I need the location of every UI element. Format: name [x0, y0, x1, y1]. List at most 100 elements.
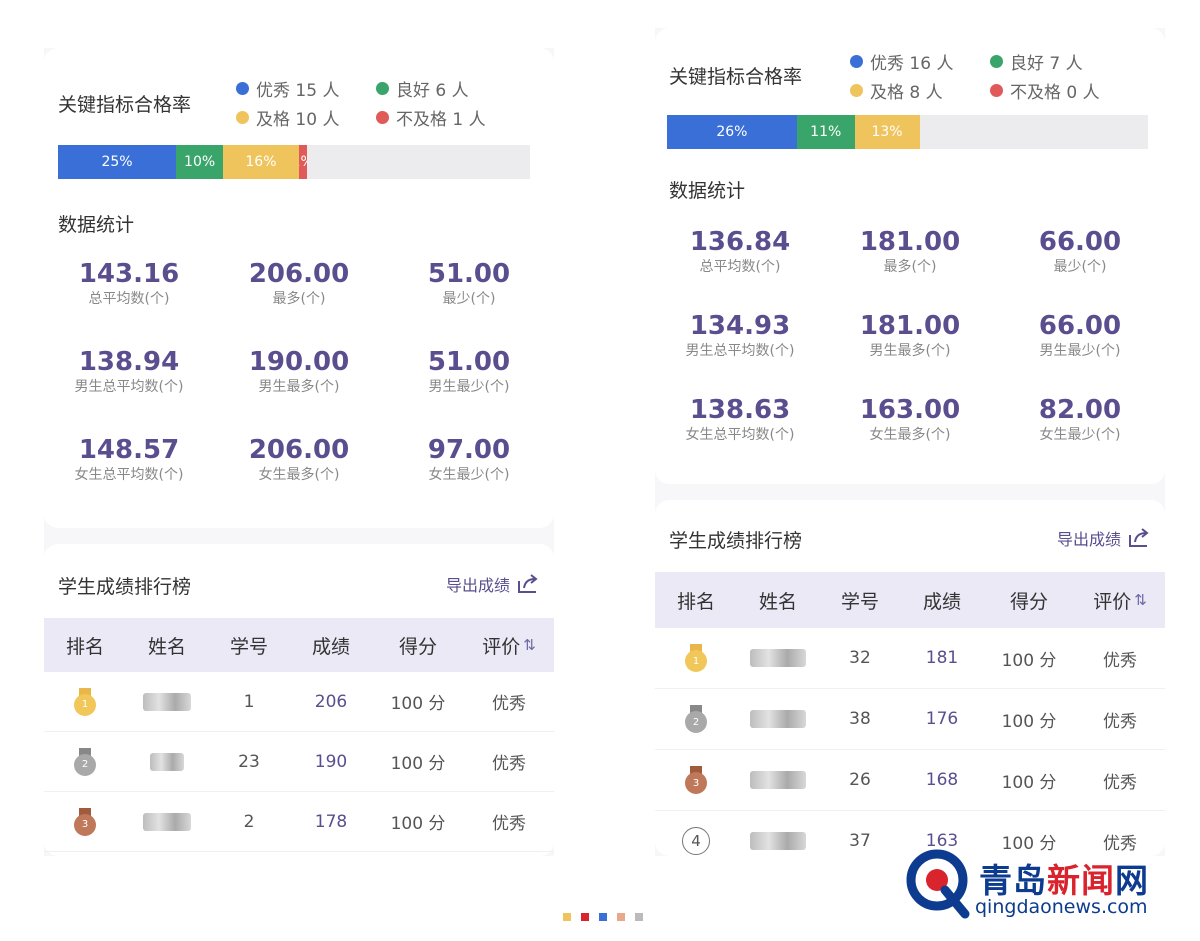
good-dot-icon — [990, 55, 1003, 68]
stat-boys-average: 138.94 男生总平均数(个) — [74, 347, 184, 395]
blurred-student-name — [750, 832, 806, 850]
bar-segment-pass: 16% — [223, 145, 299, 179]
stat-girls-min: 82.00 女生最少(个) — [1038, 395, 1122, 443]
carousel-dot[interactable] — [599, 913, 607, 921]
left-screenshot-panel: 关键指标合格率 优秀 15 人 良好 6 人 及格 10 人 不及格 1 人 2… — [44, 48, 554, 856]
good-dot-icon — [376, 82, 389, 95]
kpi-title: 关键指标合格率 — [669, 66, 803, 88]
stat-girls-min: 97.00 女生最少(个) — [427, 435, 511, 483]
carousel-dot[interactable] — [581, 913, 589, 921]
table-row[interactable]: 2 38 176 100 分 优秀 — [655, 689, 1165, 750]
blurred-student-name — [750, 771, 806, 789]
ranking-card: 学生成绩排行榜 导出成绩 排名 姓名 学号 成绩 得分 评价 ⇅ 1 32 181… — [655, 500, 1165, 856]
fail-dot-icon — [376, 111, 389, 124]
table-row[interactable]: 3 2 178 100 分 优秀 — [44, 792, 554, 852]
ranking-title: 学生成绩排行榜 — [669, 530, 803, 552]
header-evaluation[interactable]: 评价 ⇅ — [464, 632, 554, 659]
header-name: 姓名 — [147, 635, 186, 658]
export-icon — [518, 574, 538, 593]
gold-medal-icon: 1 — [685, 644, 707, 672]
bar-segment-pass: 13% — [854, 115, 920, 149]
ranking-card: 学生成绩排行榜 导出成绩 排名 姓名 学号 成绩 得分 评价 ⇅ 1 1 206 … — [44, 544, 554, 856]
header-score: 成绩 — [922, 590, 961, 613]
header-name: 姓名 — [758, 590, 797, 613]
bronze-medal-icon: 3 — [74, 807, 96, 836]
excellent-dot-icon — [850, 55, 863, 68]
ranking-table: 排名 姓名 学号 成绩 得分 评价 ⇅ 1 1 206 100 分 优秀 2 23… — [44, 618, 554, 852]
qingdaonews-watermark: 青岛新闻网 qingdaonews.com — [905, 848, 1175, 923]
stat-total-average: 143.16 总平均数(个) — [78, 259, 180, 307]
carousel-dot[interactable] — [635, 913, 643, 921]
table-row[interactable]: 1 1 206 100 分 优秀 — [44, 672, 554, 732]
stats-title: 数据统计 — [669, 180, 746, 202]
stat-boys-average: 134.93 男生总平均数(个) — [685, 311, 795, 359]
legend-pass: 及格 8 人 — [850, 78, 990, 103]
table-header: 排名 姓名 学号 成绩 得分 评价 ⇅ — [655, 572, 1165, 628]
sort-icon[interactable]: ⇅ — [523, 636, 536, 654]
ranking-table: 排名 姓名 学号 成绩 得分 评价 ⇅ 1 32 181 100 分 优秀 2 3… — [655, 572, 1165, 871]
bar-segment-fail: 1% — [298, 145, 307, 179]
pass-dot-icon — [850, 84, 863, 97]
header-points: 得分 — [1009, 590, 1048, 613]
kpi-and-stats-card: 关键指标合格率 优秀 15 人 良好 6 人 及格 10 人 不及格 1 人 2… — [44, 48, 554, 528]
gold-medal-icon: 1 — [74, 687, 96, 716]
blurred-student-name — [750, 710, 806, 728]
stat-max: 181.00 最多(个) — [859, 227, 961, 275]
table-header: 排名 姓名 学号 成绩 得分 评价 ⇅ — [44, 618, 554, 672]
legend-excellent: 优秀 16 人 — [850, 49, 990, 74]
pass-rate-bar: 26% 11% 13% — [667, 115, 1148, 149]
watermark-url: qingdaonews.com — [975, 896, 1148, 918]
legend-excellent: 优秀 15 人 — [236, 76, 376, 101]
blurred-student-name — [750, 649, 806, 667]
stat-girls-max: 163.00 女生最多(个) — [859, 395, 961, 443]
legend-fail: 不及格 0 人 — [990, 78, 1140, 103]
bar-segment-excellent: 26% — [667, 115, 797, 149]
stat-max: 206.00 最多(个) — [248, 259, 350, 307]
carousel-indicator[interactable] — [563, 913, 653, 921]
watermark-brand: 青岛新闻网 — [979, 861, 1149, 900]
stats-title: 数据统计 — [58, 214, 135, 236]
blurred-student-name — [143, 812, 191, 831]
right-screenshot-panel: 关键指标合格率 优秀 16 人 良好 7 人 及格 8 人 不及格 0 人 26… — [655, 28, 1165, 856]
fail-dot-icon — [990, 84, 1003, 97]
header-score: 成绩 — [311, 635, 350, 658]
blurred-student-name — [143, 692, 191, 711]
export-icon — [1129, 528, 1149, 547]
blurred-student-name — [150, 752, 184, 771]
stat-total-average: 136.84 总平均数(个) — [689, 227, 791, 275]
stats-grid: 136.84 总平均数(个) 181.00 最多(个) 66.00 最少(个) 134… — [655, 226, 1165, 444]
header-evaluation[interactable]: 评价 ⇅ — [1075, 587, 1165, 614]
stat-boys-max: 190.00 男生最多(个) — [248, 347, 350, 395]
rank-number-badge: 4 — [682, 827, 710, 855]
stat-boys-min: 51.00 男生最少(个) — [427, 347, 511, 395]
silver-medal-icon: 2 — [74, 747, 96, 776]
header-rank: 排名 — [676, 590, 715, 613]
header-rank: 排名 — [65, 635, 104, 658]
legend-good: 良好 7 人 — [990, 49, 1140, 74]
export-scores-button[interactable]: 导出成绩 — [1057, 526, 1151, 550]
carousel-dot[interactable] — [563, 913, 571, 921]
stat-boys-max: 181.00 男生最多(个) — [859, 311, 961, 359]
carousel-dot[interactable] — [617, 913, 625, 921]
header-points: 得分 — [398, 635, 437, 658]
sort-icon[interactable]: ⇅ — [1134, 591, 1147, 609]
kpi-legend: 优秀 15 人 良好 6 人 及格 10 人 不及格 1 人 — [236, 76, 526, 130]
export-scores-button[interactable]: 导出成绩 — [446, 572, 540, 596]
stat-min: 66.00 最少(个) — [1038, 227, 1122, 275]
bar-segment-good: 11% — [796, 115, 855, 149]
header-student-id: 学号 — [840, 590, 879, 613]
silver-medal-icon: 2 — [685, 705, 707, 733]
table-row[interactable]: 2 23 190 100 分 优秀 — [44, 732, 554, 792]
bar-segment-excellent: 25% — [58, 145, 176, 179]
ranking-title: 学生成绩排行榜 — [58, 576, 192, 598]
stats-grid: 143.16 总平均数(个) 206.00 最多(个) 51.00 最少(个) 138… — [44, 258, 554, 484]
header-student-id: 学号 — [229, 635, 268, 658]
stat-girls-max: 206.00 女生最多(个) — [248, 435, 350, 483]
excellent-dot-icon — [236, 82, 249, 95]
bar-segment-good: 10% — [176, 145, 224, 179]
kpi-and-stats-card: 关键指标合格率 优秀 16 人 良好 7 人 及格 8 人 不及格 0 人 26… — [655, 28, 1165, 484]
table-row[interactable]: 3 26 168 100 分 优秀 — [655, 750, 1165, 811]
pass-rate-bar: 25% 10% 16% 1% — [58, 145, 530, 179]
bronze-medal-icon: 3 — [685, 766, 707, 794]
table-row[interactable]: 1 32 181 100 分 优秀 — [655, 628, 1165, 689]
